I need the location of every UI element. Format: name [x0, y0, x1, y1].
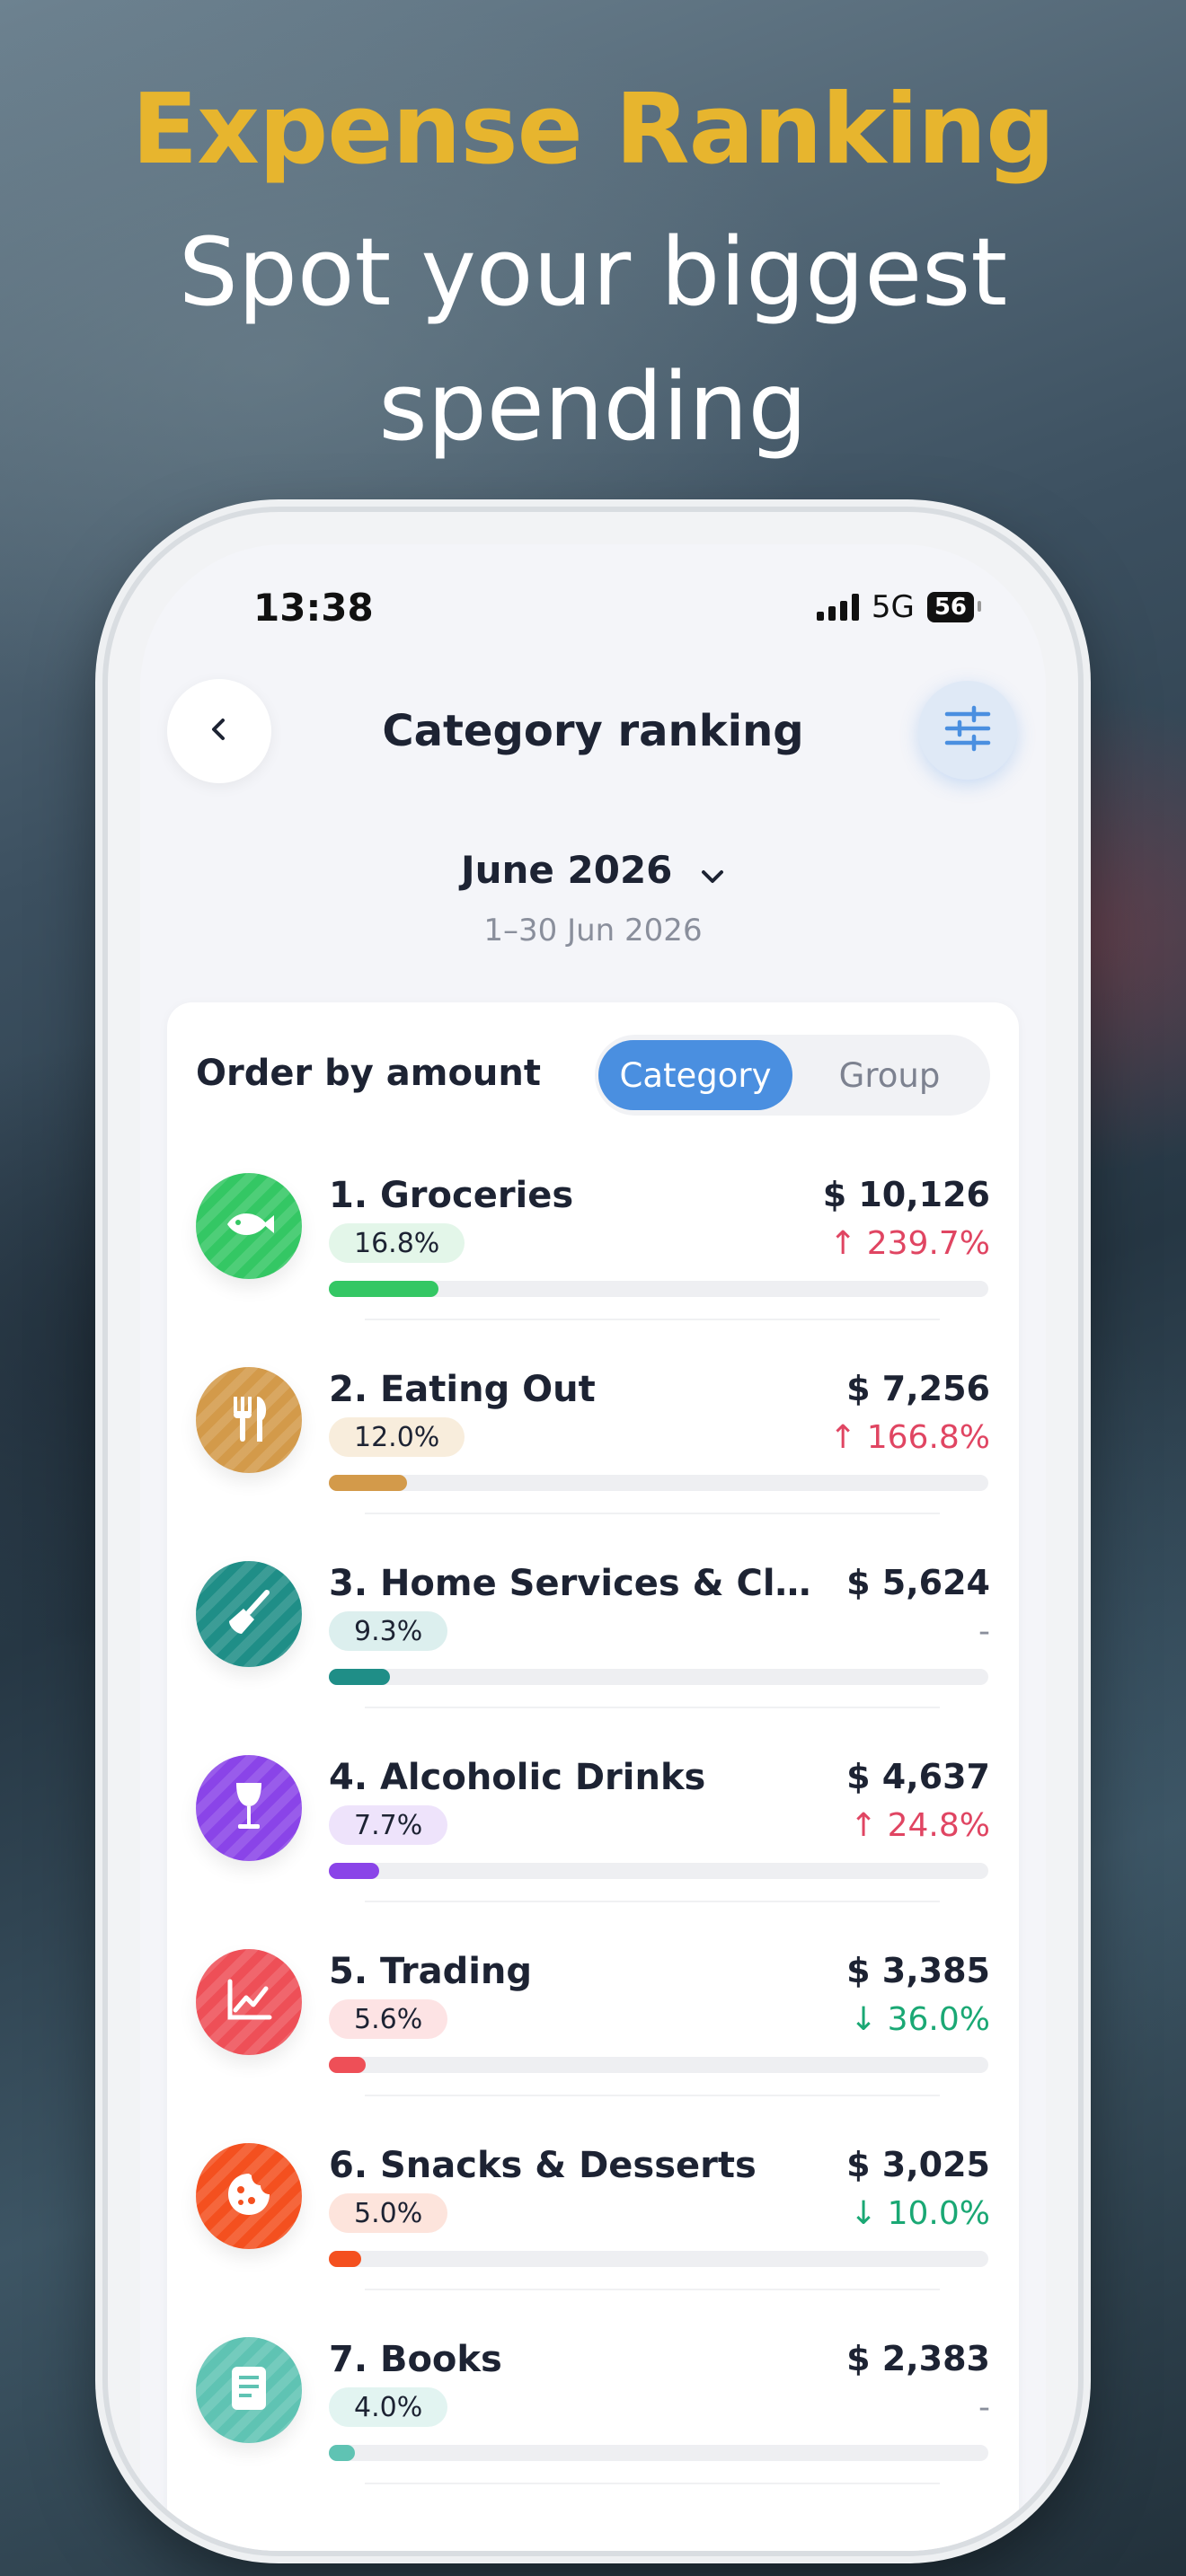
row-divider [365, 1319, 940, 1320]
phone-side-button-left-1 [97, 925, 108, 1024]
change-indicator: ↓ 10.0% [850, 2195, 990, 2232]
share-bar-track [329, 2251, 988, 2267]
list-item[interactable]: 2. Eating Out $ 7,256 12.0% ↑ 166.8% [167, 1358, 1019, 1538]
share-bar-fill [329, 2057, 366, 2073]
cookie-icon [225, 2170, 273, 2222]
phone-side-button-left-3 [97, 1284, 108, 1446]
category-amount: $ 7,256 [846, 1369, 990, 1408]
list-item[interactable]: 6. Snacks & Desserts $ 3,025 5.0% ↓ 10.0% [167, 2134, 1019, 2314]
month-selector[interactable]: June 2026 [140, 848, 1046, 895]
share-bar-fill [329, 1475, 407, 1491]
fork-knife-icon [226, 1393, 271, 1447]
chevron-down-icon [700, 851, 725, 895]
segment-group[interactable]: Group [792, 1040, 987, 1110]
hero-subtitle-line1: Spot your biggest [178, 217, 1008, 327]
date-range: 1–30 Jun 2026 [483, 913, 703, 948]
category-amount: $ 4,637 [846, 1757, 990, 1796]
category-icon-badge [196, 1173, 302, 1279]
share-bar-track [329, 1281, 988, 1297]
change-indicator: ↑ 166.8% [829, 1419, 990, 1456]
share-bar-fill [329, 2445, 355, 2461]
change-indicator: - [978, 2389, 990, 2426]
share-badge: 4.0% [329, 2387, 448, 2427]
category-name: 2. Eating Out [329, 1369, 596, 1410]
change-indicator: ↓ 36.0% [850, 2001, 990, 2038]
fish-icon [224, 1206, 274, 1246]
category-icon-badge [196, 1755, 302, 1861]
share-bar-track [329, 1669, 988, 1685]
broom-icon [224, 1587, 274, 1641]
share-bar-fill [329, 1669, 390, 1685]
row-divider [365, 1513, 940, 1514]
category-name: 1. Groceries [329, 1175, 574, 1216]
list-item[interactable]: 1. Groceries $ 10,126 16.8% ↑ 239.7% [167, 1164, 1019, 1344]
list-item[interactable]: 4. Alcoholic Drinks $ 4,637 7.7% ↑ 24.8% [167, 1746, 1019, 1926]
phone-frame: 13:38 5G 56 Category ranking June 2026 1… [108, 512, 1078, 2551]
segment-category[interactable]: Category [598, 1040, 792, 1110]
chart-line-icon [225, 1978, 273, 2026]
ranking-card: Order by amount Category Group 1. Grocer… [167, 1002, 1019, 2551]
row-divider [365, 2095, 940, 2096]
share-bar-track [329, 1475, 988, 1491]
share-bar-track [329, 1863, 988, 1879]
status-time: 13:38 [253, 586, 374, 630]
sliders-icon [942, 702, 994, 758]
category-name: 4. Alcoholic Drinks [329, 1757, 706, 1798]
phone-side-button-right [1078, 1141, 1089, 1392]
category-icon-badge [196, 2143, 302, 2249]
hero-subtitle: Spot your biggest spending [0, 205, 1186, 474]
list-item[interactable]: 5. Trading $ 3,385 5.6% ↓ 36.0% [167, 1940, 1019, 2120]
category-name: 5. Trading [329, 1951, 533, 1992]
status-bar-right: 5G 56 [816, 589, 982, 625]
share-badge: 12.0% [329, 1417, 465, 1457]
change-indicator: ↑ 24.8% [850, 1807, 990, 1844]
list-item[interactable]: 3. Home Services & Cleaning $ 5,624 9.3% - [167, 1552, 1019, 1732]
network-label: 5G [871, 589, 915, 625]
row-divider [365, 1707, 940, 1708]
book-icon [228, 2363, 270, 2417]
row-divider [365, 2483, 940, 2484]
category-amount: $ 10,126 [822, 1175, 990, 1214]
segmented-control: Category Group [595, 1035, 990, 1116]
category-amount: $ 2,383 [846, 2339, 990, 2378]
category-icon-badge [196, 1949, 302, 2055]
share-bar-fill [329, 2251, 361, 2267]
row-divider [365, 1901, 940, 1902]
category-icon-badge [196, 2337, 302, 2443]
category-name: 7. Books [329, 2339, 502, 2380]
order-label: Order by amount [196, 1053, 542, 1094]
filter-button[interactable] [918, 681, 1017, 780]
row-divider [365, 2289, 940, 2290]
category-name: 3. Home Services & Cleaning [329, 1563, 832, 1604]
change-indicator: - [978, 1613, 990, 1650]
share-badge: 9.3% [329, 1611, 448, 1651]
category-amount: $ 3,025 [846, 2145, 990, 2184]
battery-level: 56 [934, 594, 967, 621]
share-bar-fill [329, 1863, 379, 1879]
hero-title: Expense Ranking [131, 74, 1056, 186]
share-badge: 5.0% [329, 2193, 448, 2233]
share-bar-track [329, 2057, 988, 2073]
share-badge: 5.6% [329, 1999, 448, 2039]
share-badge: 7.7% [329, 1805, 448, 1845]
share-bar-track [329, 2445, 988, 2461]
change-indicator: ↑ 239.7% [829, 1225, 990, 1262]
battery-icon: 56 [926, 592, 982, 622]
category-icon-badge [196, 1367, 302, 1473]
category-icon-badge [196, 1561, 302, 1667]
category-name: 6. Snacks & Desserts [329, 2145, 757, 2186]
wine-glass-icon [231, 1779, 267, 1837]
list-item[interactable]: 7. Books $ 2,383 4.0% - [167, 2328, 1019, 2508]
app-screen: 13:38 5G 56 Category ranking June 2026 1… [140, 544, 1046, 2551]
share-bar-fill [329, 1281, 438, 1297]
share-badge: 16.8% [329, 1223, 465, 1263]
category-amount: $ 5,624 [846, 1563, 990, 1602]
category-amount: $ 3,385 [846, 1951, 990, 1990]
signal-icon [816, 594, 859, 621]
hero-subtitle-line2: spending [378, 352, 808, 462]
month-label: June 2026 [460, 848, 673, 892]
phone-side-button-left-2 [97, 1087, 108, 1248]
page-title: Category ranking [382, 706, 804, 756]
